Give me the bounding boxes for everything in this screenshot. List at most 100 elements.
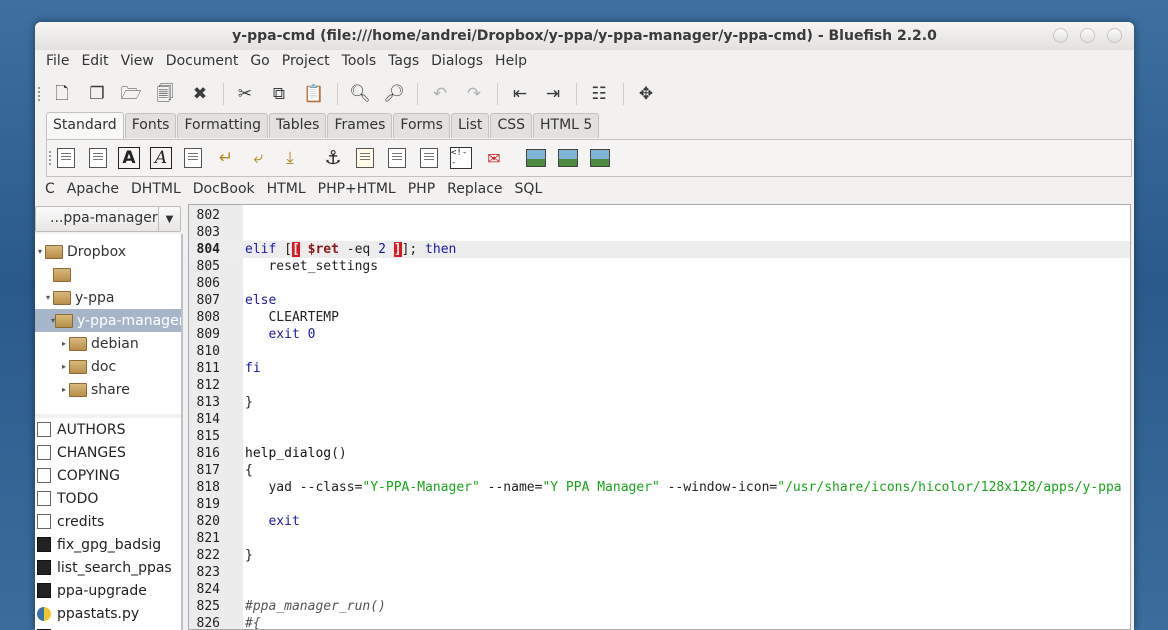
- expander-icon[interactable]: ▸: [59, 385, 69, 394]
- nbsp-icon[interactable]: ⤓: [279, 147, 301, 169]
- snippet-php-html[interactable]: PHP+HTML: [312, 180, 402, 202]
- align-left-icon[interactable]: [354, 147, 376, 169]
- find-icon[interactable]: 🔍︎: [347, 81, 373, 107]
- menu-document[interactable]: Document: [160, 51, 245, 75]
- file-item[interactable]: COPYING: [35, 464, 181, 487]
- minimize-button[interactable]: [1053, 28, 1068, 43]
- title-bar[interactable]: y-ppa-cmd (file:///home/andrei/Dropbox/y…: [35, 22, 1134, 50]
- tree-row[interactable]: ▾ Dropbox: [35, 240, 181, 263]
- menu-edit[interactable]: Edit: [75, 51, 114, 75]
- close-window-button[interactable]: [1107, 28, 1122, 43]
- menu-go[interactable]: Go: [244, 51, 275, 75]
- insert-thumbnail-icon[interactable]: [557, 147, 579, 169]
- folder-icon: [53, 267, 71, 282]
- find-replace-icon[interactable]: 🔎︎: [381, 81, 407, 107]
- snippet-c[interactable]: C: [39, 180, 61, 202]
- italic-icon[interactable]: A: [150, 147, 172, 169]
- comment-icon[interactable]: <!--: [450, 147, 472, 169]
- file-item[interactable]: list_search_ppas: [35, 556, 181, 579]
- file-item[interactable]: ppa-search: [35, 625, 181, 630]
- code-token: ];: [401, 242, 426, 257]
- paragraph-icon[interactable]: [182, 147, 204, 169]
- undo-icon[interactable]: ↶: [427, 81, 453, 107]
- menu-help[interactable]: Help: [489, 51, 533, 75]
- break-clear-icon[interactable]: ⤶: [247, 147, 269, 169]
- snippet-docbook[interactable]: DocBook: [187, 180, 261, 202]
- indent-icon[interactable]: ⇥: [540, 81, 566, 107]
- anchor-icon[interactable]: ⚓: [322, 147, 344, 169]
- open-file-icon[interactable]: 🗁: [118, 81, 144, 107]
- code-editor[interactable]: 802 803 804 elif [[ $ret -eq 2 ]]; then 805 …: [188, 204, 1131, 630]
- menu-project[interactable]: Project: [276, 51, 336, 75]
- tree-row[interactable]: ▸ doc: [35, 355, 181, 378]
- snippet-php[interactable]: PHP: [402, 180, 441, 202]
- cut-icon[interactable]: ✂: [232, 81, 258, 107]
- tab-frames[interactable]: Frames: [327, 113, 393, 138]
- maximize-button[interactable]: [1080, 28, 1095, 43]
- tree-row[interactable]: ▸ share: [35, 378, 181, 401]
- file-item[interactable]: ppastats.py: [35, 602, 181, 625]
- bold-icon[interactable]: A: [118, 147, 140, 169]
- htmlbar-grip[interactable]: [49, 151, 52, 165]
- multi-thumbnail-icon[interactable]: [589, 147, 611, 169]
- tab-tables[interactable]: Tables: [268, 113, 327, 138]
- snippet-apache[interactable]: Apache: [61, 180, 125, 202]
- sidebar-scrollbar[interactable]: [181, 234, 183, 630]
- tab-formatting[interactable]: Formatting: [177, 113, 268, 138]
- copy-icon[interactable]: ⧉: [266, 81, 292, 107]
- menu-tags[interactable]: Tags: [382, 51, 425, 75]
- file-item[interactable]: fix_gpg_badsig: [35, 533, 181, 556]
- tab-standard[interactable]: Standard: [46, 112, 124, 139]
- tree-row[interactable]: ▸ debian: [35, 332, 181, 355]
- close-file-icon[interactable]: ✖: [187, 81, 213, 107]
- expander-icon[interactable]: ▾: [43, 293, 53, 302]
- expander-icon[interactable]: ▸: [59, 339, 69, 348]
- snippet-html[interactable]: HTML: [261, 180, 312, 202]
- body-icon[interactable]: [87, 147, 109, 169]
- snippet-dhtml[interactable]: DHTML: [125, 180, 187, 202]
- menu-dialogs[interactable]: Dialogs: [425, 51, 489, 75]
- align-center-icon[interactable]: [386, 147, 408, 169]
- file-item[interactable]: ppa-upgrade: [35, 579, 181, 602]
- paste-icon[interactable]: 📋: [301, 81, 327, 107]
- tree-row[interactable]: ▾ y-ppa: [35, 286, 181, 309]
- fullscreen-icon[interactable]: ✥: [633, 81, 659, 107]
- directory-tree[interactable]: ▾ Dropbox ▾ y-ppa ▾ y-ppa-manager ▸ debian ▸ doc ▸…: [35, 234, 181, 414]
- tab-html-5[interactable]: HTML 5: [533, 113, 600, 138]
- align-right-icon[interactable]: [418, 147, 440, 169]
- break-icon[interactable]: ↵: [215, 147, 237, 169]
- directory-combo[interactable]: ...ppa-manager ▼: [35, 206, 181, 232]
- unindent-icon[interactable]: ⇤: [507, 81, 533, 107]
- menu-view[interactable]: View: [115, 51, 160, 75]
- new-file-icon[interactable]: 🗋: [49, 81, 75, 107]
- file-name: TODO: [57, 490, 99, 507]
- toolbar-grip[interactable]: [38, 87, 41, 101]
- email-icon[interactable]: ✉: [483, 147, 505, 169]
- file-item[interactable]: AUTHORS: [35, 418, 181, 441]
- tab-fonts[interactable]: Fonts: [124, 113, 177, 138]
- preferences-icon[interactable]: ☷: [586, 81, 612, 107]
- snippet-sql[interactable]: SQL: [509, 180, 549, 202]
- insert-image-icon[interactable]: [525, 147, 547, 169]
- line-number: 824: [196, 582, 220, 597]
- snippet-replace[interactable]: Replace: [441, 180, 508, 202]
- expander-icon[interactable]: ▸: [59, 362, 69, 371]
- tab-forms[interactable]: Forms: [393, 113, 450, 138]
- file-item[interactable]: TODO: [35, 487, 181, 510]
- menu-file[interactable]: File: [40, 51, 75, 75]
- menu-tools[interactable]: Tools: [336, 51, 383, 75]
- tree-row[interactable]: [35, 263, 181, 286]
- file-item[interactable]: CHANGES: [35, 441, 181, 464]
- tab-list[interactable]: List: [450, 113, 490, 138]
- code-line: 821: [189, 530, 1130, 547]
- chevron-down-icon[interactable]: ▼: [158, 207, 180, 231]
- redo-icon[interactable]: ↷: [461, 81, 487, 107]
- file-item[interactable]: credits: [35, 510, 181, 533]
- new-window-icon[interactable]: ❐: [84, 81, 110, 107]
- expander-icon[interactable]: ▾: [35, 247, 45, 256]
- open-advanced-icon[interactable]: 🗐: [152, 81, 178, 107]
- tab-css[interactable]: CSS: [490, 113, 532, 138]
- file-list[interactable]: AUTHORS CHANGES COPYING TODO credits fix_gpg_…: [35, 418, 181, 630]
- tree-row[interactable]: ▾ y-ppa-manager: [35, 309, 181, 332]
- quickstart-icon[interactable]: [55, 147, 77, 169]
